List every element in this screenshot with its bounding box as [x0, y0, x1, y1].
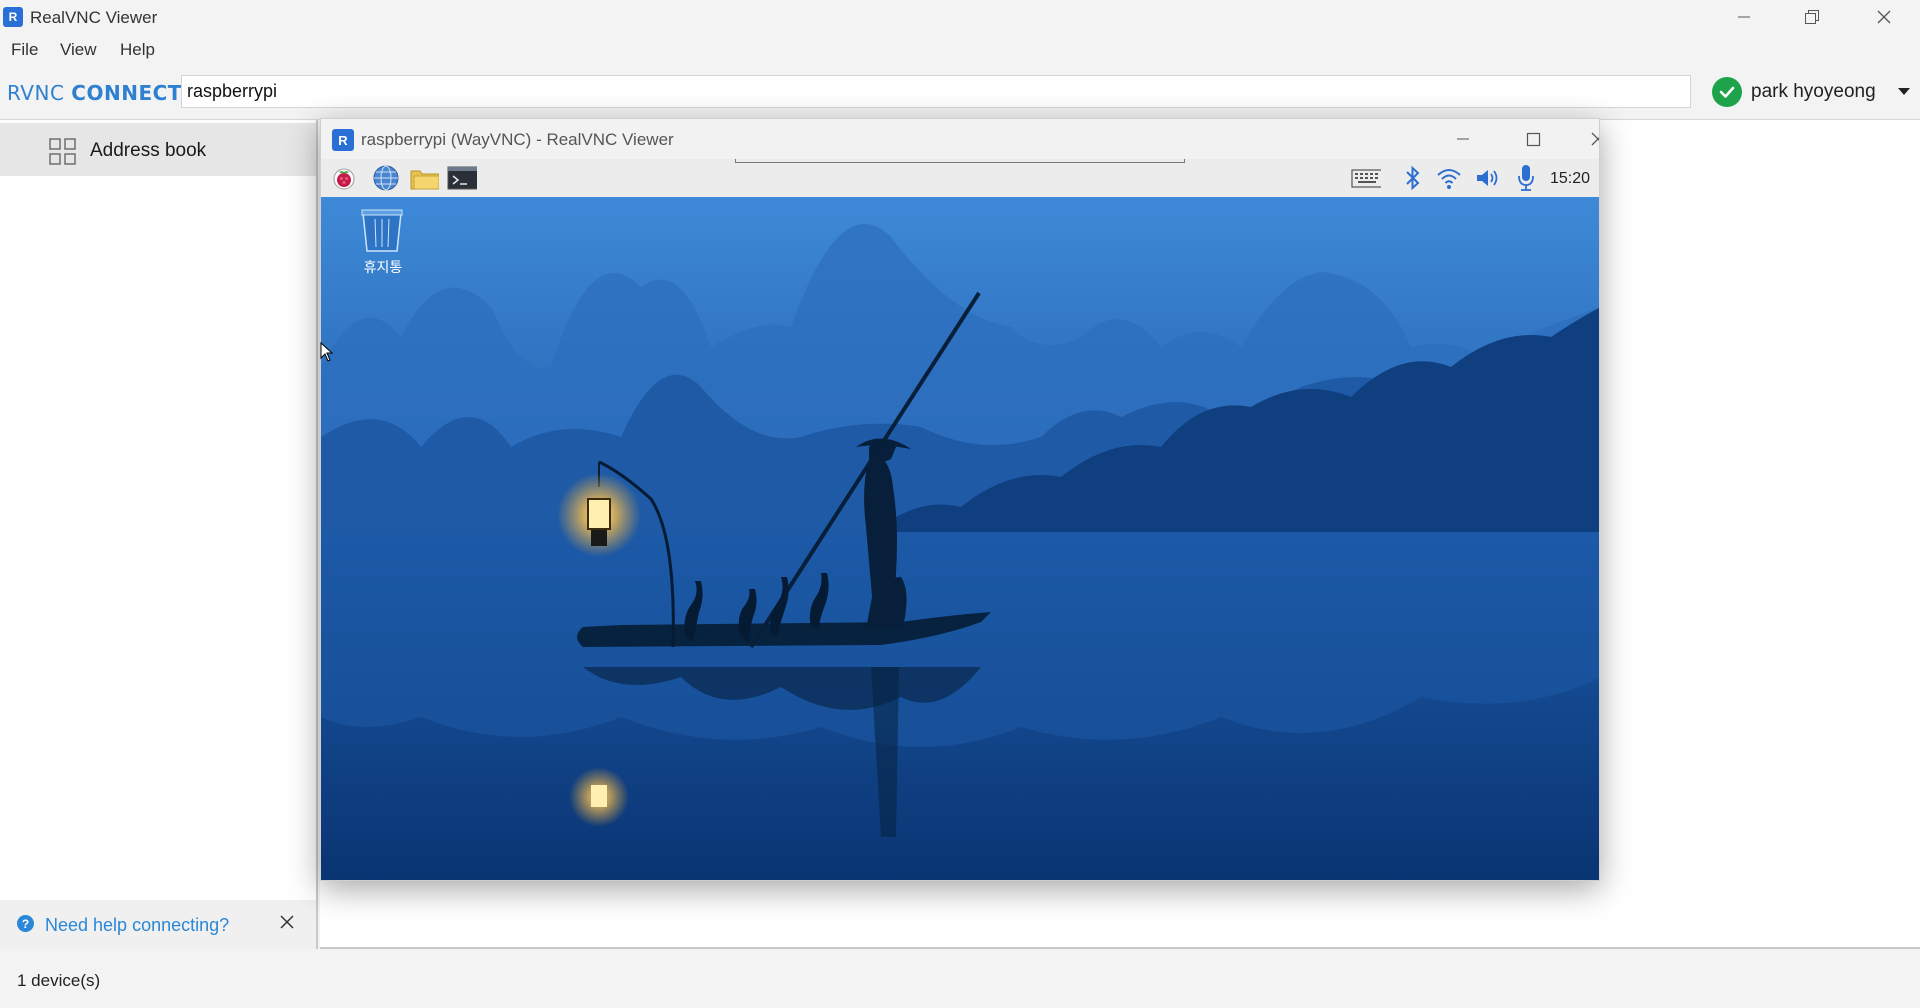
mouse-cursor-icon: [320, 342, 334, 362]
realvnc-logo-icon: R: [332, 129, 354, 151]
sidebar-item-label: Address book: [90, 140, 207, 161]
user-name: park hyoyeong: [1751, 81, 1876, 102]
help-link[interactable]: Need help connecting?: [45, 915, 229, 936]
remote-clock: 15:20: [1550, 170, 1591, 187]
remote-taskbar: 15:20: [321, 159, 1599, 197]
raspberry-menu-icon[interactable]: [329, 164, 359, 192]
remote-window-list[interactable]: [735, 159, 1185, 163]
question-icon: ?: [17, 915, 34, 932]
wifi-icon[interactable]: [1434, 164, 1464, 192]
realvnc-logo-icon: R: [3, 7, 23, 27]
terminal-icon[interactable]: [447, 164, 477, 192]
close-icon: [1877, 10, 1891, 24]
vnc-session-window[interactable]: R raspberrypi (WayVNC) - RealVNC Viewer: [320, 118, 1600, 881]
vnc-window-title: raspberrypi (WayVNC) - RealVNC Viewer: [361, 130, 674, 149]
close-button[interactable]: [1850, 0, 1918, 34]
browser-globe-icon[interactable]: [371, 164, 401, 192]
microphone-icon[interactable]: [1511, 164, 1541, 192]
sidebar: Address book ? Need help connecting?: [0, 120, 318, 949]
menu-file[interactable]: File: [11, 40, 38, 60]
bluetooth-icon[interactable]: [1398, 164, 1428, 192]
file-manager-folder-icon[interactable]: [409, 164, 439, 192]
brand-light-text: RVNC: [7, 81, 65, 105]
help-banner: ? Need help connecting?: [0, 900, 316, 949]
close-icon: [280, 915, 294, 929]
remote-desktop[interactable]: 휴지통: [321, 197, 1599, 880]
restore-button[interactable]: [1778, 0, 1846, 34]
vnc-minimize-button[interactable]: [1436, 121, 1490, 157]
device-count: 1 device(s): [17, 971, 101, 990]
menu-help[interactable]: Help: [120, 40, 155, 60]
menu-view[interactable]: View: [60, 40, 97, 60]
minimize-icon: [1738, 16, 1750, 18]
vnc-maximize-button[interactable]: [1506, 121, 1560, 157]
menu-bar: File View Help: [0, 34, 1920, 64]
trash-icon[interactable]: [359, 207, 405, 257]
title-bar: R RealVNC Viewer: [0, 0, 1920, 34]
toolbar: RVNC CONNECT park hyoyeong: [0, 64, 1920, 120]
desktop-wallpaper: [321, 197, 1599, 880]
maximize-icon: [1526, 132, 1540, 146]
window-title: RealVNC Viewer: [30, 8, 158, 27]
trash-label: 휴지통: [363, 260, 403, 276]
chevron-down-icon[interactable]: [1897, 88, 1910, 96]
vnc-title-bar[interactable]: R raspberrypi (WayVNC) - RealVNC Viewer: [321, 119, 1599, 159]
vnc-close-button[interactable]: [1571, 121, 1599, 157]
grid-icon: [49, 138, 76, 165]
signed-in-check-icon: [1712, 77, 1742, 107]
user-account-menu[interactable]: park hyoyeong: [1712, 76, 1910, 108]
minimize-button[interactable]: [1710, 0, 1778, 34]
help-close-button[interactable]: [279, 914, 295, 935]
close-icon: [1591, 132, 1599, 146]
sidebar-item-address-book[interactable]: Address book: [0, 123, 316, 176]
volume-icon[interactable]: [1473, 164, 1503, 192]
brand-bold-text: CONNECT: [71, 81, 182, 105]
virtual-keyboard-icon[interactable]: [1351, 164, 1381, 192]
rvnc-connect-logo: RVNC CONNECT: [7, 81, 182, 105]
minimize-icon: [1457, 138, 1469, 140]
address-input[interactable]: [181, 75, 1691, 108]
status-bar: 1 device(s): [0, 949, 1920, 1008]
restore-icon: [1805, 10, 1819, 24]
